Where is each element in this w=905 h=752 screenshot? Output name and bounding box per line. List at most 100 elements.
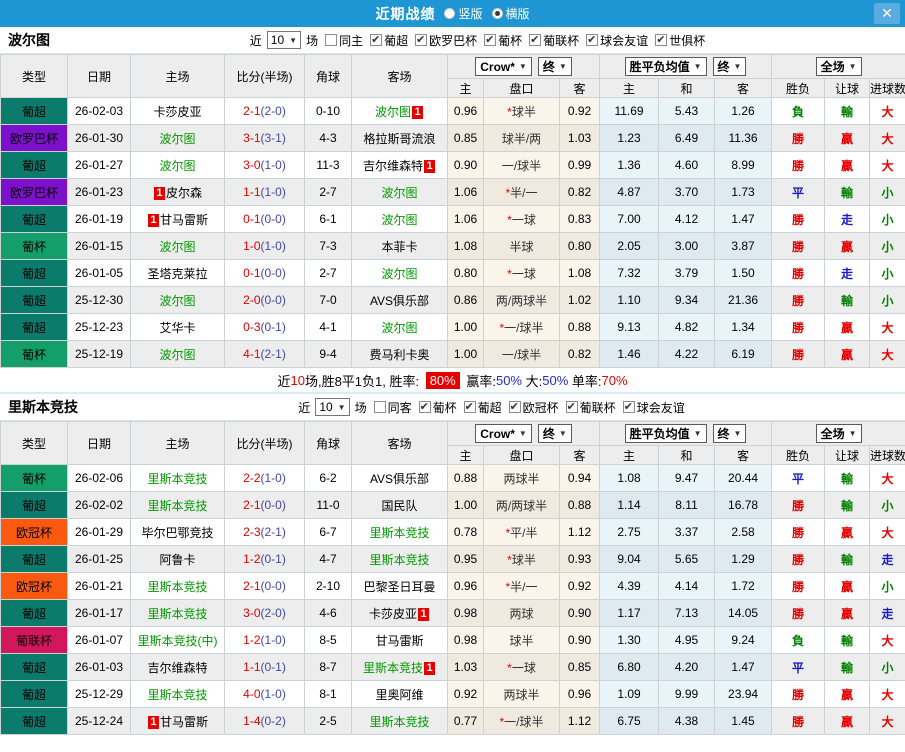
col-header-mean-home: 主: [600, 446, 659, 465]
league-filter-checkbox[interactable]: [586, 34, 598, 46]
home-team-cell: 毕尔巴鄂竞技: [131, 519, 225, 546]
date-cell: 26-01-05: [68, 260, 131, 287]
match-count-select[interactable]: 10: [315, 398, 349, 416]
odds-away-cell: 0.92: [560, 573, 600, 600]
odds-away-cell: 0.82: [560, 341, 600, 368]
goals-cell: 大: [870, 314, 905, 341]
odds-group-header: Crow* 终: [448, 422, 600, 446]
same-venue-checkbox[interactable]: [374, 401, 386, 413]
final-select[interactable]: 终: [538, 424, 572, 443]
fulltime-score: 1-1: [243, 660, 260, 674]
odds-home-cell: 1.03: [448, 654, 484, 681]
handicap-text: 两球半: [503, 472, 539, 486]
team-name-text: AVS俱乐部: [370, 294, 429, 308]
table-row: 葡杯25-12-19波尔图4-1(2-1)9-4费马利卡奥1.00一/球半0.8…: [1, 341, 905, 368]
horizontal-layout-label[interactable]: 横版: [506, 5, 530, 22]
mean-draw-cell: 5.43: [659, 98, 715, 125]
halftime-score: (0-0): [261, 293, 286, 307]
league-filter-checkbox[interactable]: [655, 34, 667, 46]
mean-draw-cell: 7.13: [659, 600, 715, 627]
result-cell: 勝: [772, 314, 825, 341]
league-badge: 葡杯: [1, 465, 68, 492]
scope-group-header: 全场: [772, 422, 905, 446]
mean-draw-cell: 4.95: [659, 627, 715, 654]
scope-select[interactable]: 全场: [816, 57, 862, 76]
mean-select[interactable]: 胜平负均值: [625, 424, 707, 443]
mean-away-cell: 1.34: [715, 314, 772, 341]
league-filter-checkbox[interactable]: [484, 34, 496, 46]
team-section-head: 里斯本竞技近10场同客葡杯葡超欧冠杯葡联杯球会友谊: [0, 394, 905, 421]
odds-away-cell: 0.96: [560, 681, 600, 708]
odds-away-cell: 0.80: [560, 233, 600, 260]
col-header-goals: 进球数: [870, 446, 905, 465]
league-badge: 葡联杯: [1, 627, 68, 654]
match-count-select[interactable]: 10: [267, 31, 301, 49]
mean-away-cell: 20.44: [715, 465, 772, 492]
mean-home-cell: 2.75: [600, 519, 659, 546]
score-cell: 2-3(2-1): [225, 519, 305, 546]
fulltime-score: 1-1: [243, 185, 260, 199]
scope-select[interactable]: 全场: [816, 424, 862, 443]
col-header-odds-home: 主: [448, 79, 484, 98]
score-cell: 1-1(0-1): [225, 654, 305, 681]
league-filter-checkbox[interactable]: [419, 401, 431, 413]
table-row: 葡超26-01-03吉尔维森特1-1(0-1)8-7里斯本竞技11.03*一球0…: [1, 654, 905, 681]
team-name-text: AVS俱乐部: [370, 472, 429, 486]
horizontal-layout-radio[interactable]: [492, 8, 503, 19]
close-icon[interactable]: ✕: [874, 3, 900, 24]
final-select[interactable]: 终: [538, 57, 572, 76]
league-filter-checkbox[interactable]: [509, 401, 521, 413]
odds-home-cell: 0.88: [448, 465, 484, 492]
mean-home-cell: 4.87: [600, 179, 659, 206]
score-cell: 1-4(0-2): [225, 708, 305, 735]
goals-cell: 大: [870, 681, 905, 708]
handicap-result-cell: 輸: [825, 654, 870, 681]
final-select[interactable]: 终: [713, 424, 747, 443]
league-filter-checkbox[interactable]: [415, 34, 427, 46]
mean-group-header: 胜平负均值终: [600, 55, 772, 79]
league-filter-checkbox[interactable]: [370, 34, 382, 46]
goals-cell: 小: [870, 260, 905, 287]
col-header-score: 比分(半场): [225, 422, 305, 465]
summary-segment: 单率:: [568, 371, 601, 390]
goals-cell: 大: [870, 341, 905, 368]
mean-draw-cell: 4.38: [659, 708, 715, 735]
vertical-layout-label[interactable]: 竖版: [458, 5, 482, 22]
corner-cell: 7-0: [305, 287, 352, 314]
mean-home-cell: 1.30: [600, 627, 659, 654]
red-card-badge: 1: [418, 608, 429, 621]
score-cell: 0-1(0-0): [225, 206, 305, 233]
league-badge: 欧罗巴杯: [1, 125, 68, 152]
final-select[interactable]: 终: [713, 57, 747, 76]
date-cell: 26-02-02: [68, 492, 131, 519]
scope-group-header: 全场: [772, 55, 905, 79]
handicap-cell: 一/球半: [484, 341, 560, 368]
away-team-cell: 本菲卡: [352, 233, 448, 260]
home-team-cell: 波尔图: [131, 287, 225, 314]
league-filter-checkbox[interactable]: [464, 401, 476, 413]
team-name-text: 里斯本竞技: [147, 688, 207, 702]
odds-home-cell: 0.92: [448, 681, 484, 708]
vertical-layout-radio[interactable]: [444, 8, 455, 19]
league-filter-checkbox[interactable]: [623, 401, 635, 413]
mean-select[interactable]: 胜平负均值: [625, 57, 707, 76]
table-row: 欧罗巴杯26-01-231皮尔森1-1(1-0)2-7波尔图1.06*半/一0.…: [1, 179, 905, 206]
mean-draw-cell: 6.49: [659, 125, 715, 152]
league-filter-checkbox[interactable]: [529, 34, 541, 46]
team-name-text: 皮尔森: [166, 186, 202, 200]
mean-away-cell: 9.24: [715, 627, 772, 654]
same-venue-checkbox[interactable]: [325, 34, 337, 46]
corner-cell: 9-4: [305, 341, 352, 368]
result-cell: 勝: [772, 708, 825, 735]
league-filter-label: 葡杯: [498, 32, 522, 49]
home-team-cell: 1甘马雷斯: [131, 206, 225, 233]
mean-draw-cell: 3.00: [659, 233, 715, 260]
result-cell: 勝: [772, 573, 825, 600]
team-name-text: 波尔图: [159, 132, 195, 146]
league-filter-checkbox[interactable]: [566, 401, 578, 413]
halftime-score: (2-0): [261, 104, 286, 118]
bookmaker-select[interactable]: Crow*: [475, 57, 532, 76]
result-cell: 勝: [772, 492, 825, 519]
bookmaker-select[interactable]: Crow*: [475, 424, 532, 443]
mean-away-cell: 23.94: [715, 681, 772, 708]
